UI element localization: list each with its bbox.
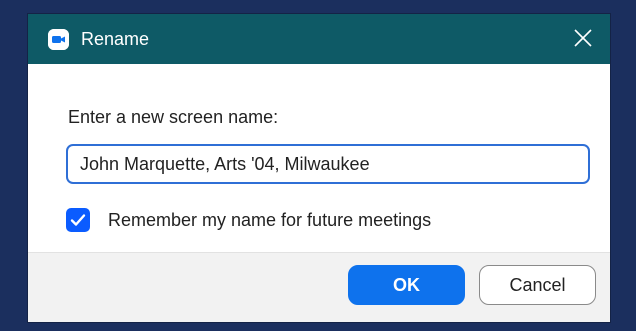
window-title: Rename xyxy=(81,29,150,49)
ok-button[interactable]: OK xyxy=(348,265,465,305)
screen-name-label: Enter a new screen name: xyxy=(68,107,279,127)
zoom-camera-icon xyxy=(48,29,69,50)
remember-name-row[interactable]: Remember my name for future meetings xyxy=(66,206,431,234)
remember-name-checkbox[interactable] xyxy=(66,208,90,232)
remember-name-label[interactable]: Remember my name for future meetings xyxy=(108,209,431,231)
close-icon[interactable] xyxy=(572,27,594,49)
rename-dialog: Rename Enter a new screen name: Remember… xyxy=(28,14,610,322)
screen-name-input[interactable] xyxy=(66,144,590,184)
cancel-button[interactable]: Cancel xyxy=(479,265,596,305)
title-bar: Rename xyxy=(28,14,610,64)
dialog-footer: OK Cancel xyxy=(28,252,610,322)
checkmark-icon xyxy=(70,214,86,226)
dialog-body: Enter a new screen name: Remember my nam… xyxy=(28,64,610,252)
